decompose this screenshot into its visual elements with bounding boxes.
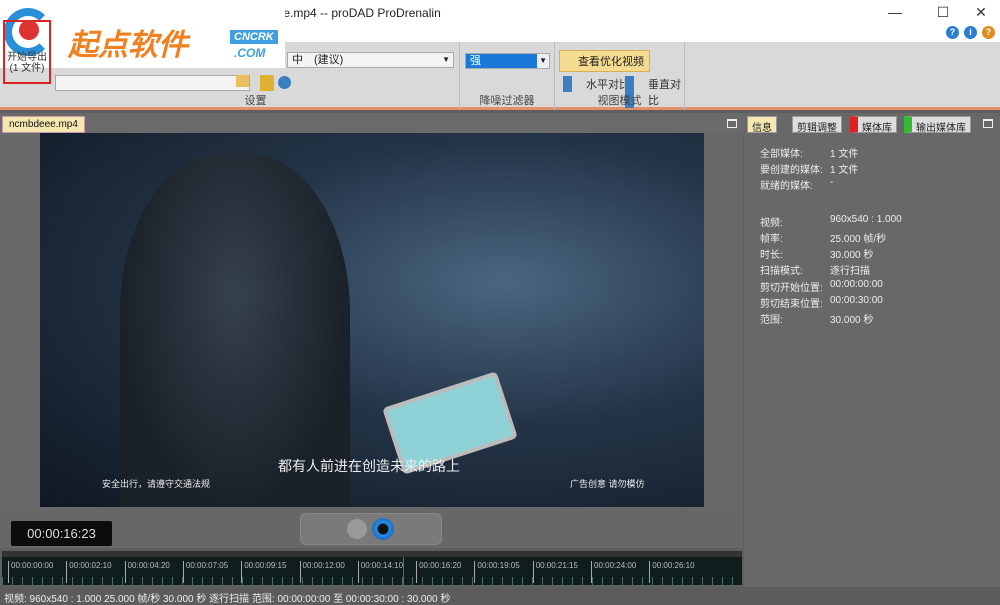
export-icon: [19, 20, 39, 40]
info-value: 30.000 秒: [830, 315, 874, 326]
tab-output-library[interactable]: 输出媒体库: [904, 116, 971, 134]
info-value: 1 文件: [830, 149, 859, 160]
video-right-caption: 广告创意 请勿模仿: [570, 479, 645, 489]
horizontal-compare-button[interactable]: 水平对比: [563, 76, 630, 92]
video-preview[interactable]: 都有人前进在创造未来的路上 安全出行，请遵守交通法规 广告创意 请勿模仿: [40, 133, 704, 507]
document-tabstrip: [0, 113, 744, 133]
video-subtitle: 都有人前进在创造未来的路上: [278, 458, 460, 474]
output-path-combo[interactable]: ▼: [55, 75, 250, 91]
settings-label: 设置: [244, 95, 267, 107]
play-icon[interactable]: [347, 519, 367, 539]
export-count: (1 文件): [9, 63, 45, 74]
denoise-value: 强: [470, 55, 481, 67]
view-mode-label: 视图模式: [597, 95, 642, 107]
info-value: 1 文件: [830, 165, 859, 176]
tab-info[interactable]: 信息: [747, 116, 777, 134]
help-icon[interactable]: ?: [946, 26, 959, 39]
info-value: 30.000 秒: [830, 250, 874, 261]
minimize-button[interactable]: —: [880, 4, 910, 20]
info-key: 扫描模式:: [760, 266, 803, 277]
info-key: 范围:: [760, 315, 783, 326]
info-value: 00:00:00:00: [830, 279, 883, 290]
info-key: 要创建的媒体:: [760, 165, 823, 176]
maximize-button[interactable]: ☐: [928, 4, 958, 21]
info-panel: 全部媒体: 1 文件 要创建的媒体: 1 文件就绪的媒体: - 视频: 960x540 : …: [744, 113, 1000, 587]
settings-icon[interactable]: [278, 76, 291, 89]
view-optimized-button[interactable]: 查看优化视频: [559, 50, 650, 72]
info-value: -: [830, 177, 834, 188]
maximize-pane-icon[interactable]: [727, 119, 737, 128]
close-button[interactable]: ✕: [966, 4, 996, 21]
info-value: 960x540 : 1.000: [830, 214, 902, 225]
playhead[interactable]: [403, 557, 405, 585]
logo-cncrk: CNCRK: [230, 30, 278, 44]
status-bar: 视频: 960x540 : 1.000 25.000 帧/秒 30.000 秒 …: [0, 587, 1000, 605]
about-icon[interactable]: ?: [982, 26, 995, 39]
info-key: 剪切开始位置:: [760, 283, 823, 294]
denoise-label: 降噪过滤器: [479, 95, 535, 107]
playback-buttons: [300, 513, 442, 545]
info-key: 帧率:: [760, 234, 783, 245]
quality-value: 中 (建议): [292, 54, 344, 66]
denoise-combo[interactable]: 强 ▼: [465, 53, 550, 69]
timecode-display: 00:00:16:23: [11, 521, 112, 546]
window-title: eee.mp4 -- proDAD ProDrenalin: [270, 6, 441, 20]
info-value: 逐行扫描: [830, 266, 870, 277]
timeline[interactable]: 00:00:00:00 00:00:02:10 00:00:04:20 00:00:0…: [2, 551, 742, 585]
start-export-button[interactable]: 开始导出 (1 文件): [3, 20, 51, 84]
stop-icon[interactable]: [372, 518, 394, 540]
info-key: 剪切结束位置:: [760, 299, 823, 310]
info-icon[interactable]: i: [964, 26, 977, 39]
info-key: 时长:: [760, 250, 783, 261]
logo-text: 起点软件: [68, 29, 188, 62]
folder-icon[interactable]: [236, 75, 249, 87]
logo-com: .COM: [234, 46, 266, 60]
info-key: 全部媒体:: [760, 149, 803, 160]
info-value: 00:00:30:00: [830, 295, 883, 306]
quality-combo[interactable]: 中 (建议) ▼: [287, 52, 454, 68]
info-key: 视频:: [760, 218, 783, 229]
info-value: 25.000 帧/秒: [830, 234, 887, 245]
video-left-caption: 安全出行，请遵守交通法规: [102, 479, 211, 489]
denoise-group: 强 ▼ 降噪过滤器: [460, 42, 555, 110]
panel-maximize-icon[interactable]: [983, 119, 993, 128]
video-person: [120, 153, 350, 507]
file-tab[interactable]: ncmbdeee.mp4: [2, 116, 85, 133]
tab-media-library[interactable]: 媒体库: [850, 116, 897, 134]
tab-clip-adjust[interactable]: 剪辑调整: [792, 116, 842, 134]
film-icon[interactable]: [260, 75, 274, 91]
export-label: 开始导出: [7, 52, 47, 63]
info-key: 就绪的媒体:: [760, 181, 813, 192]
timeline-minor-ticks: [2, 577, 742, 585]
view-mode-group: 查看优化视频 水平对比 垂直对比 视图模式: [555, 42, 685, 110]
